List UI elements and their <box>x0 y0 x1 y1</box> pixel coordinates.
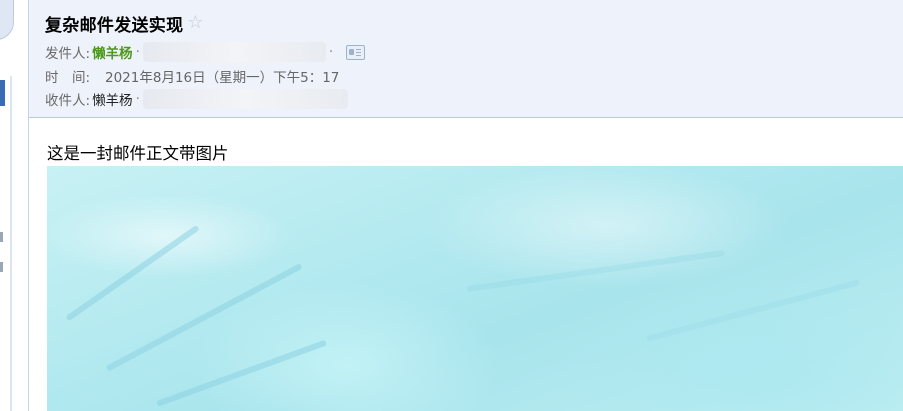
edge-marker <box>0 232 3 242</box>
scroll-track[interactable] <box>10 76 12 411</box>
recipient-row: 收件人: 懒羊杨 · <box>45 89 348 109</box>
separator: · <box>328 44 334 60</box>
embedded-image <box>47 166 903 411</box>
image-texture <box>155 339 328 407</box>
image-texture <box>65 224 200 322</box>
recipient-address-redacted <box>142 89 348 109</box>
time-row: 时 间: 2021年8月16日（星期一）下午5：17 <box>45 66 339 86</box>
sent-time: 2021年8月16日（星期一）下午5：17 <box>105 70 340 86</box>
image-texture <box>466 249 725 292</box>
mail-subject: 复杂邮件发送实现 <box>45 15 184 36</box>
sender-label: 发件人: <box>45 46 91 62</box>
sender-name[interactable]: 懒羊杨 <box>92 42 133 62</box>
recipient-name[interactable]: 懒羊杨 <box>92 89 133 109</box>
separator: · <box>135 91 140 107</box>
sender-address-redacted <box>142 42 326 62</box>
previous-panel-edge <box>0 0 29 411</box>
image-texture <box>646 279 861 342</box>
panel-tab[interactable] <box>0 0 14 40</box>
sender-row: 发件人: 懒羊杨 · · <box>45 42 366 62</box>
selection-indicator <box>0 80 5 106</box>
subject-row: 复杂邮件发送实现 ☆ <box>45 10 204 36</box>
image-texture <box>105 263 303 372</box>
separator: · <box>135 44 140 60</box>
contact-card-icon[interactable] <box>346 44 366 60</box>
recipient-label: 收件人: <box>45 93 91 109</box>
time-label: 时 间: <box>45 70 91 86</box>
edge-marker <box>0 262 3 272</box>
mail-header: 复杂邮件发送实现 ☆ 发件人: 懒羊杨 · · 时 间: 2021年8月16日（… <box>29 0 903 118</box>
body-text: 这是一封邮件正文带图片 <box>47 144 229 163</box>
mail-body: 这是一封邮件正文带图片 <box>29 118 903 411</box>
star-icon[interactable]: ☆ <box>187 14 203 32</box>
